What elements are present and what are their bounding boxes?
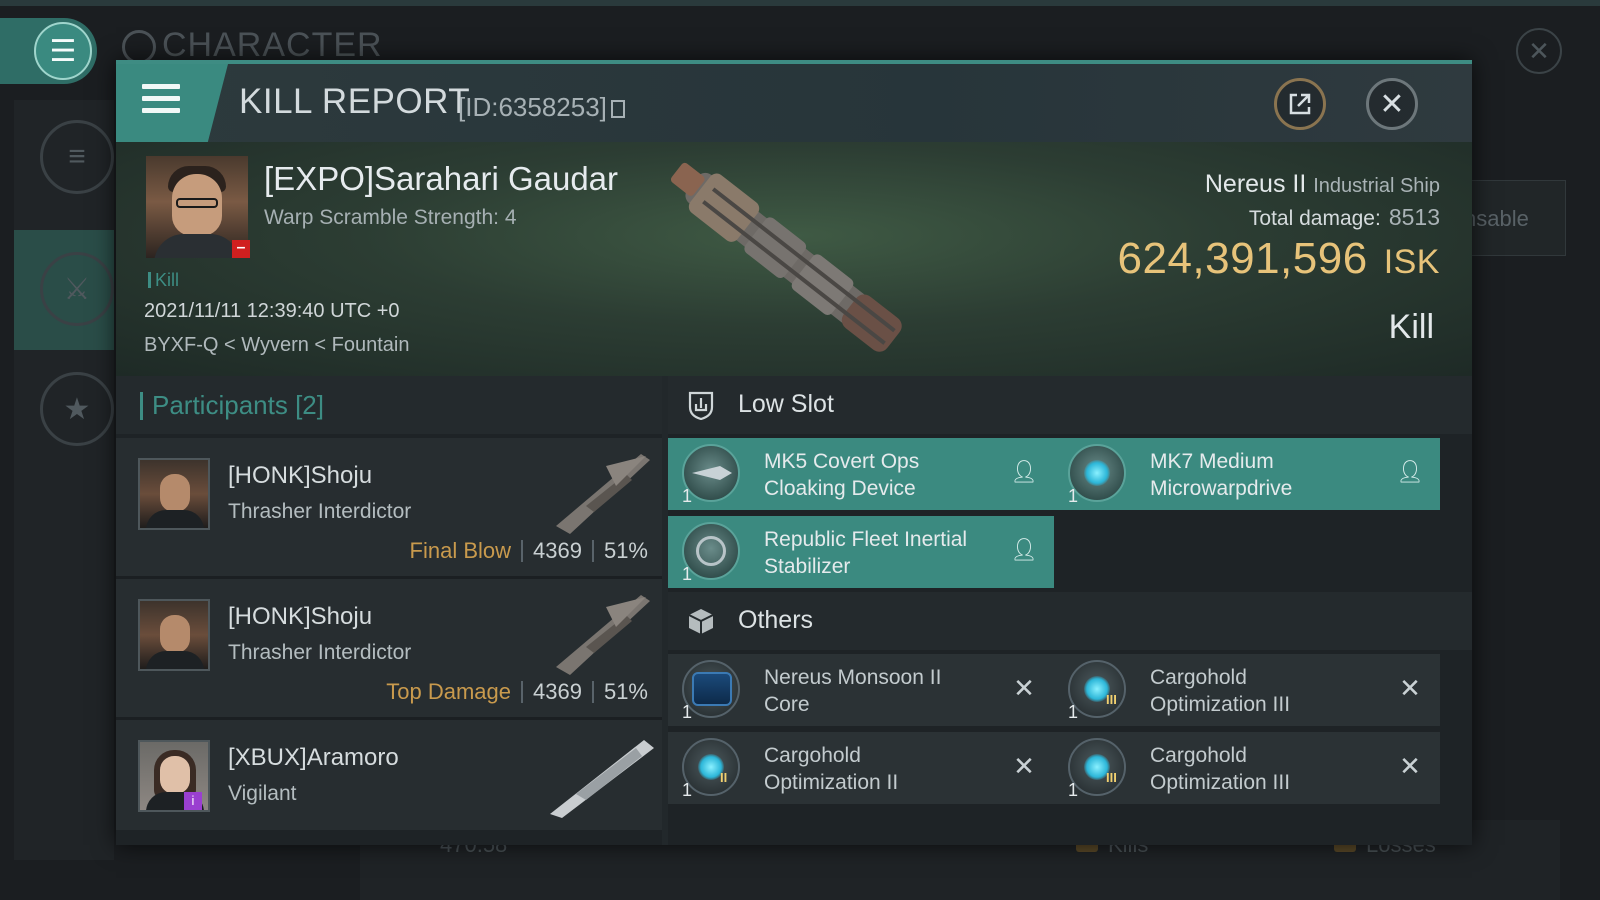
fitting-item[interactable]: 1 Nereus Monsoon II Core ✕ (668, 654, 1054, 726)
item-quantity: 1 (682, 702, 693, 722)
share-button[interactable] (1274, 78, 1326, 130)
copy-icon[interactable] (610, 100, 625, 118)
dropped-person-icon: 👤︎ (1010, 459, 1038, 484)
item-name: MK7 Medium Microwarpdrive (1150, 450, 1293, 500)
item-name: Republic Fleet Inertial Stabilizer (764, 528, 968, 578)
destroyed-x-icon: ✕ (1013, 673, 1035, 703)
participant-row[interactable]: [HONK]Shoju Thrasher Interdictor Top Dam… (116, 579, 662, 720)
hamburger-icon: ☰ (34, 22, 92, 80)
character-sidebar (14, 100, 114, 860)
item-quantity: 1 (682, 486, 693, 506)
participants-title: Participants [2] (152, 390, 324, 420)
combat-swords-icon[interactable]: ⚔ (40, 252, 114, 326)
participant-portrait[interactable] (138, 458, 210, 530)
top-edge (0, 0, 1600, 6)
low-slot-header: Low Slot (668, 376, 1472, 434)
others-header: Others (668, 592, 1472, 650)
close-icon: ✕ (1379, 87, 1405, 121)
report-id[interactable]: [ID:6358253] (458, 92, 625, 123)
participant-percent: 51% (603, 538, 648, 563)
participant-name[interactable]: [HONK]Shoju (228, 603, 372, 631)
participant-ship: Vigilant (228, 782, 297, 805)
victim-ship-image[interactable] (646, 150, 936, 370)
participant-ship-image (550, 740, 654, 818)
fitting-item[interactable]: 1 MK7 Medium Microwarpdrive 👤︎ (1054, 438, 1440, 510)
main-menu-button[interactable]: ☰ (0, 18, 97, 84)
corp-standing-icon: i (184, 792, 202, 810)
list-icon[interactable]: ≡ (40, 120, 114, 194)
character-close-icon[interactable]: ✕ (1516, 28, 1562, 74)
item-quantity: 1 (682, 780, 693, 800)
dropped-person-icon: 👤︎ (1396, 459, 1424, 484)
fitting-item[interactable]: 1 Republic Fleet Inertial Stabilizer 👤︎ (668, 516, 1054, 588)
participant-row[interactable]: i [XBUX]Aramoro Vigilant (116, 720, 662, 830)
close-button[interactable]: ✕ (1366, 78, 1418, 130)
victim-name[interactable]: [EXPO]Sarahari Gaudar (264, 160, 618, 198)
participant-row[interactable]: [HONK]Shoju Thrasher Interdictor Final B… (116, 438, 662, 579)
total-damage: Total damage: 8513 (1248, 204, 1440, 230)
destroyed-x-icon: ✕ (1399, 751, 1421, 781)
participant-damage: 4369 (533, 679, 582, 704)
kill-datetime: 2021/11/11 12:39:40 UTC +0 (144, 300, 400, 322)
fitting-panel: Low Slot 1 MK5 Covert Ops Cloaking Device… (668, 376, 1472, 845)
participant-name[interactable]: [XBUX]Aramoro (228, 744, 399, 772)
fitting-item[interactable]: III 1 Cargohold Optimization III ✕ (1054, 654, 1440, 726)
participant-ship: Thrasher Interdictor (228, 500, 412, 523)
participant-name[interactable]: [HONK]Shoju (228, 462, 372, 490)
participants-panel: Participants [2] [HONK]Shoju Thrasher In… (116, 376, 662, 845)
item-name: Cargohold Optimization II (764, 744, 899, 794)
fitting-item[interactable]: 1 MK5 Covert Ops Cloaking Device 👤︎ (668, 438, 1054, 510)
final-blow-tag: Final Blow (409, 538, 511, 563)
hamburger-icon (142, 84, 180, 120)
kill-report-dialog: KILL REPORT [ID:6358253] ✕ – [EXPO]Sarah… (116, 60, 1472, 845)
item-quantity: 1 (1068, 702, 1079, 722)
character-icon (122, 30, 156, 65)
item-name: Cargohold Optimization III (1150, 666, 1291, 716)
negative-standing-icon: – (232, 240, 250, 258)
kill-location[interactable]: BYXF-Q < Wyvern < Fountain (144, 334, 409, 357)
dialog-title: KILL REPORT (239, 82, 471, 121)
item-name: Cargohold Optimization III (1150, 744, 1291, 794)
victim-ship-name[interactable]: Nereus II Industrial Ship (1205, 170, 1440, 199)
fitting-item[interactable]: III 1 Cargohold Optimization III ✕ (1054, 732, 1440, 804)
others-title: Others (738, 606, 814, 634)
item-quantity: 1 (1068, 780, 1079, 800)
item-quantity: 1 (1068, 486, 1079, 506)
participants-header: Participants [2] (116, 376, 662, 434)
participant-portrait[interactable] (138, 599, 210, 671)
warp-scramble-strength: Warp Scramble Strength: 4 (264, 206, 517, 229)
dialog-header: KILL REPORT [ID:6358253] ✕ (116, 64, 1472, 142)
background-panel-label: nsable (1464, 206, 1529, 231)
report-id-text: [ID:6358253] (458, 92, 607, 122)
kill-type-tag: Kill (148, 270, 179, 291)
kill-result-label: Kill (1388, 308, 1434, 346)
star-icon[interactable]: ★ (40, 372, 114, 446)
participant-ship-image (556, 454, 650, 534)
participant-ship-image (556, 595, 650, 675)
item-name: MK5 Covert Ops Cloaking Device (764, 450, 920, 500)
participant-ship: Thrasher Interdictor (228, 641, 412, 664)
low-slot-title: Low Slot (738, 390, 834, 418)
low-slot-icon (688, 391, 714, 420)
participant-damage: 4369 (533, 538, 582, 563)
participant-percent: 51% (603, 679, 648, 704)
report-menu-button[interactable] (116, 64, 228, 142)
item-quantity: 1 (682, 564, 693, 584)
destroyed-x-icon: ✕ (1399, 673, 1421, 703)
fitting-item[interactable]: II 1 Cargohold Optimization II ✕ (668, 732, 1054, 804)
isk-value: 624,391,596 ISK (1117, 234, 1440, 283)
dropped-person-icon: 👤︎ (1010, 537, 1038, 562)
item-name: Nereus Monsoon II Core (764, 666, 942, 716)
cargo-box-icon (688, 609, 714, 634)
external-link-icon (1289, 93, 1311, 115)
victim-banner: – [EXPO]Sarahari Gaudar Warp Scramble St… (116, 142, 1472, 376)
participant-stats: Top Damage 4369 51% (386, 679, 648, 705)
top-damage-tag: Top Damage (386, 679, 511, 704)
destroyed-x-icon: ✕ (1013, 751, 1035, 781)
participant-stats: Final Blow 4369 51% (410, 538, 648, 564)
